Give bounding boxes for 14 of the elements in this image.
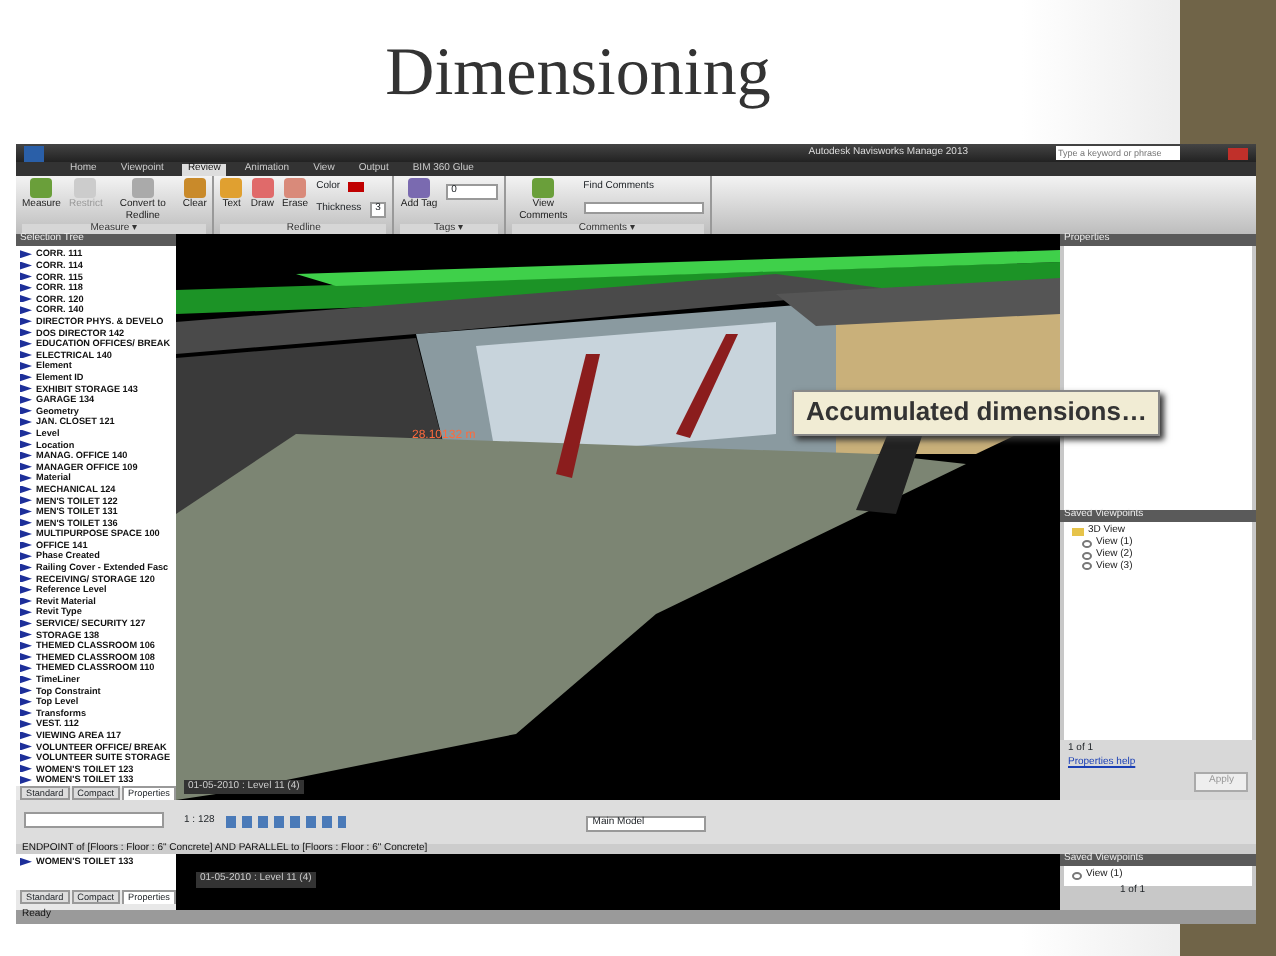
tree-node-icon — [20, 857, 32, 866]
color-swatch[interactable] — [348, 182, 365, 193]
callout-note: Accumulated dimensions… — [792, 390, 1161, 437]
close-icon[interactable] — [1228, 147, 1248, 160]
app-logo-icon[interactable] — [24, 145, 44, 162]
find-comments-field[interactable] — [583, 201, 704, 214]
dropdown-field[interactable] — [24, 812, 164, 829]
folder-icon — [1072, 528, 1084, 537]
tree-node-icon — [20, 597, 32, 605]
slide-title: Dimensioning — [383, 33, 773, 113]
tree-node-icon — [20, 418, 32, 426]
viewpoint-icon — [1072, 871, 1082, 880]
tree-node-icon — [20, 776, 32, 784]
toolbar-icons[interactable] — [226, 816, 347, 829]
